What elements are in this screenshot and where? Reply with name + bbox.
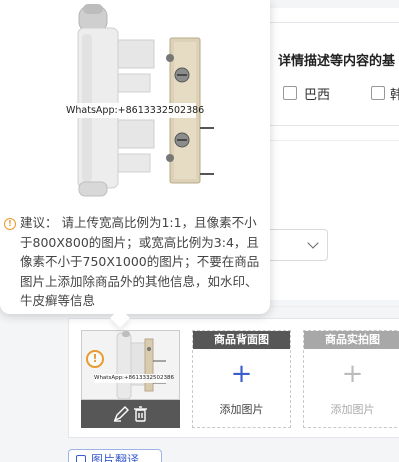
product-image-editor: 详情描述等内容的基 巴西 韩 WhatsApp:+8613332502386 ! bbox=[0, 0, 399, 462]
slot-header: 商品实拍图 bbox=[304, 331, 399, 349]
image-translate-label: 图片翻译 bbox=[91, 453, 140, 462]
upload-slot-real-shot[interactable]: 商品实拍图 + 添加图片 bbox=[303, 330, 399, 428]
checkbox-brazil-label: 巴西 bbox=[304, 88, 331, 103]
image-watermark: WhatsApp:+8613332502386 bbox=[66, 103, 205, 118]
plus-icon: + bbox=[341, 359, 364, 389]
divider bbox=[268, 306, 399, 307]
add-image-label: 添加图片 bbox=[219, 403, 264, 416]
thumbnail-watermark: WhatsApp:+8613332502386 bbox=[94, 374, 175, 383]
delete-icon[interactable] bbox=[134, 406, 147, 422]
notice-box bbox=[262, 22, 399, 126]
checkbox-korea[interactable] bbox=[371, 86, 385, 100]
notice-title: 详情描述等内容的基 bbox=[278, 54, 396, 69]
thumbnail-action-bar bbox=[81, 400, 180, 428]
edit-icon[interactable] bbox=[113, 406, 129, 422]
warning-circle-icon: ! bbox=[4, 218, 16, 230]
hinge-product-preview bbox=[77, 4, 214, 197]
checkbox-korea-label: 韩 bbox=[390, 88, 399, 103]
divider bbox=[262, 140, 399, 141]
upload-slot-back-view[interactable]: 商品背面图 + 添加图片 bbox=[192, 330, 291, 428]
info-icon[interactable]: ! bbox=[86, 350, 104, 368]
plus-icon: + bbox=[230, 359, 253, 389]
chevron-down-icon bbox=[307, 237, 319, 249]
slot-header: 商品背面图 bbox=[193, 331, 290, 349]
add-image-label: 添加图片 bbox=[330, 403, 375, 416]
checkbox-brazil[interactable] bbox=[283, 86, 297, 100]
image-requirements-text: 建议： 请上传宽高比例为1:1，且像素不小于800X800的图片；或宽高比例为3… bbox=[20, 215, 260, 308]
image-icon bbox=[76, 455, 86, 462]
image-tip-popover: WhatsApp:+8613332502386 ! 建议： 请上传宽高比例为1:… bbox=[0, 0, 270, 314]
image-translate-button[interactable]: 图片翻译 bbox=[68, 449, 162, 462]
